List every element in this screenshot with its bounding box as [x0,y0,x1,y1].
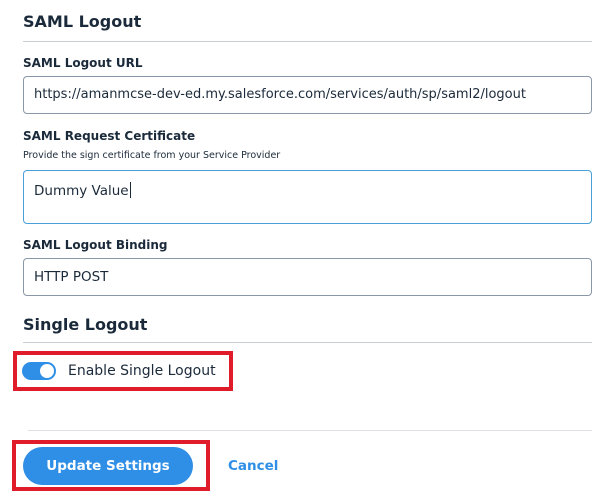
single-logout-title: Single Logout [23,315,148,334]
section-divider [23,342,592,343]
single-logout-toggle-label[interactable]: Enable Single Logout [68,363,216,379]
request-certificate-value: Dummy Value [34,183,129,199]
section-divider [23,41,592,42]
update-settings-button[interactable]: Update Settings [23,447,193,485]
single-logout-toggle[interactable] [22,362,56,380]
request-certificate-label: SAML Request Certificate [23,129,196,143]
cancel-button[interactable]: Cancel [228,458,278,474]
logout-binding-label: SAML Logout Binding [23,238,168,252]
request-certificate-helper: Provide the sign certificate from your S… [23,150,281,161]
toggle-knob [39,363,55,379]
request-certificate-textarea[interactable]: Dummy Value [23,170,592,224]
saml-logout-title: SAML Logout [23,12,142,31]
logout-url-input[interactable]: https://amanmcse-dev-ed.my.salesforce.co… [23,76,592,114]
text-caret [129,182,131,198]
logout-url-label: SAML Logout URL [23,56,143,70]
footer-divider [28,430,592,431]
logout-binding-select[interactable]: HTTP POST [23,258,592,296]
